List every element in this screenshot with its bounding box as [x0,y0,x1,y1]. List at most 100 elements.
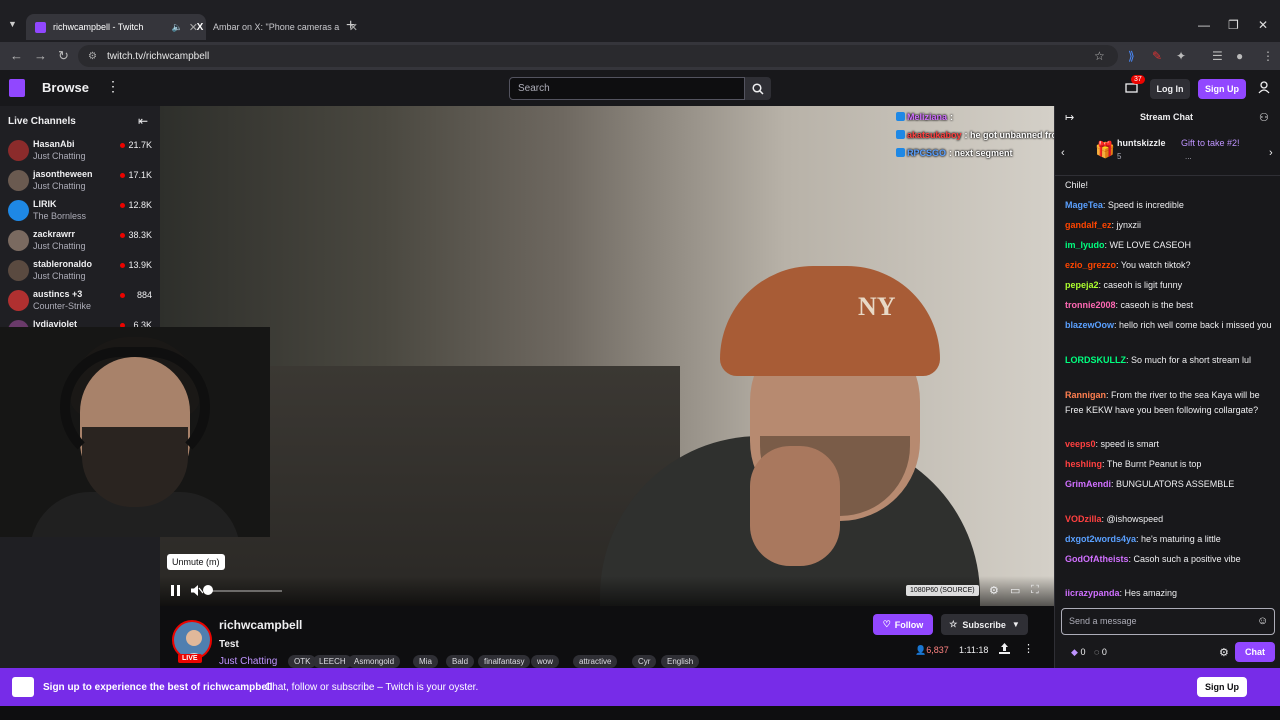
chat-message: tronnie2008: caseoh is the best [1065,298,1273,313]
twitch-logo-icon[interactable] [9,79,25,97]
settings-gear-icon[interactable]: ⚙ [989,584,999,597]
extensions-puzzle-icon[interactable]: ✦ [1176,49,1186,63]
chat-settings-icon[interactable]: ⚙ [1219,646,1229,659]
login-button[interactable]: Log In [1150,79,1190,99]
profile-icon[interactable]: ● [1236,49,1243,63]
extension-icon[interactable]: ✎ [1152,49,1162,63]
forward-icon[interactable]: → [34,48,47,63]
stream-tag[interactable]: English [661,655,700,668]
signup-button[interactable]: Sign Up [1198,79,1246,99]
chat-text: : speed is smart [1095,439,1160,449]
stream-category-link[interactable]: Just Chatting [219,656,277,667]
carousel-prev-icon[interactable]: ‹ [1061,147,1065,159]
chat-username[interactable]: GrimAendi [1065,479,1111,489]
channel-points[interactable]: ◆ 0 ◌ 0 [1071,647,1107,658]
community-icon[interactable]: ⚇ [1259,111,1269,124]
sidebar-channel-item[interactable]: jasontheween Just Chatting 17.1K [0,166,160,196]
collapse-sidebar-icon[interactable]: ⇤ [138,114,148,128]
new-tab-button[interactable]: + [346,17,355,35]
sidebar-channel-item[interactable]: HasanAbi Just Chatting 21.7K [0,136,160,166]
carousel-next-icon[interactable]: › [1269,147,1273,159]
sidebar-channel-item[interactable]: austincs +3 Counter-Strike 884 [0,286,160,316]
stream-tag[interactable]: Mia [413,655,438,668]
emote-picker-icon[interactable]: ☺ [1257,615,1268,627]
minimize-icon[interactable]: — [1198,18,1210,32]
browser-tab-twitch[interactable]: richwcampbell - Twitch 🔈 ✕ [26,14,206,40]
live-dot-icon [120,173,125,178]
user-menu-icon[interactable] [1258,81,1270,97]
sidebar-channel-item[interactable]: LIRIK The Bornless 12.8K [0,196,160,226]
gift-subtext: ... [1185,152,1192,161]
channel-name[interactable]: richwcampbell [219,618,302,632]
chat-username[interactable]: ezio_grezzo [1065,260,1116,270]
volume-muted-icon[interactable] [191,585,204,599]
chat-username[interactable]: LORDSKULLZ [1065,355,1126,365]
chat-username[interactable]: Rannigan [1065,390,1106,400]
volume-knob[interactable] [203,585,213,595]
search-button[interactable] [745,77,771,100]
site-info-icon[interactable]: ⚙ [88,51,97,62]
gift-username[interactable]: huntskizzle [1117,138,1166,148]
stream-tag[interactable]: finalfantasy [478,655,531,668]
chat-username[interactable]: GodOfAtheists [1065,554,1129,564]
follow-button[interactable]: ♡ Follow [873,614,933,635]
speaker-icon[interactable]: 🔈 [172,22,183,33]
chat-username[interactable]: MageTea [1065,200,1103,210]
stream-tag[interactable]: LEECH [313,655,352,668]
chat-username[interactable]: VODzilla [1065,514,1102,524]
live-dot-icon [120,143,125,148]
stream-tag[interactable]: Asmongold [348,655,401,668]
chat-username[interactable]: blazewOow [1065,320,1114,330]
more-options-icon[interactable]: ⋮ [1023,642,1034,655]
subscribe-button[interactable]: ☆ Subscribe ▼ [941,614,1028,635]
chat-send-button[interactable]: Chat [1235,642,1275,662]
browse-link[interactable]: Browse [42,80,89,95]
reading-list-icon[interactable]: ☰ [1212,49,1223,63]
banner-signup-button[interactable]: Sign Up [1197,677,1247,697]
video-player[interactable]: NY RPCSGO: 7k watching thisKarmahhslyker… [160,106,1054,606]
share-icon[interactable] [999,643,1010,657]
volume-slider[interactable] [208,590,282,592]
sidebar-channel-item[interactable]: stableronaldo Just Chatting 13.9K [0,256,160,286]
sidebar-channel-item[interactable]: zackrawrr Just Chatting 38.3K [0,226,160,256]
url-field[interactable]: ⚙ twitch.tv/richwcampbell [78,45,1118,67]
close-window-icon[interactable]: ✕ [1258,18,1268,32]
stream-tag[interactable]: Bald [446,655,475,668]
chat-message-input[interactable]: Send a message [1061,608,1275,635]
channel-name: stableronaldo [33,259,93,269]
chat-username[interactable]: iicrazypanda [1065,588,1120,598]
tab-search-icon[interactable]: ▼ [8,19,17,29]
maximize-icon[interactable]: ❐ [1228,18,1239,32]
browser-menu-icon[interactable]: ⋮ [1262,49,1274,63]
back-icon[interactable]: ← [10,48,23,63]
subscribe-label: Subscribe [962,619,1006,630]
stream-tag[interactable]: wow [531,655,560,668]
channel-avatar [8,290,29,311]
search-input[interactable]: Search [509,77,745,100]
chat-username[interactable]: gandalf_ez [1065,220,1112,230]
chat-username[interactable]: dxgot2words4ya [1065,534,1136,544]
bookmark-star-icon[interactable]: ☆ [1094,49,1105,63]
chat-username[interactable]: tronnie2008 [1065,300,1116,310]
more-menu-icon[interactable]: ⋮ [106,78,120,95]
chat-username[interactable]: heshling [1065,459,1102,469]
gift-announcement: Gift to take #2! [1181,138,1240,148]
pause-icon[interactable] [171,585,180,599]
chat-username[interactable]: veeps0 [1065,439,1096,449]
chat-username[interactable]: pepeja2 [1065,280,1099,290]
stream-tag[interactable]: attractive [573,655,618,668]
chat-username[interactable]: im_lyudo [1065,240,1105,250]
live-dot-icon [120,233,125,238]
theatre-mode-icon[interactable]: ▭ [1010,584,1020,597]
reload-icon[interactable]: ↻ [58,48,69,64]
fullscreen-icon[interactable]: ⛶ [1031,584,1039,597]
webcam-pip-video[interactable] [0,327,270,537]
ny-logo: NY [858,292,896,321]
chat-text: : caseoh is the best [1115,300,1194,310]
bits-count: 0 [1080,647,1086,657]
stream-tag[interactable]: Cyr [632,655,657,668]
browser-tab-x[interactable]: X Ambar on X: "Phone cameras a ✕ [186,14,366,40]
extension-icon[interactable]: ⟫ [1128,49,1135,63]
collapse-chat-icon[interactable]: ↦ [1065,111,1074,124]
chat-text: : WE LOVE CASEOH [1104,240,1192,250]
